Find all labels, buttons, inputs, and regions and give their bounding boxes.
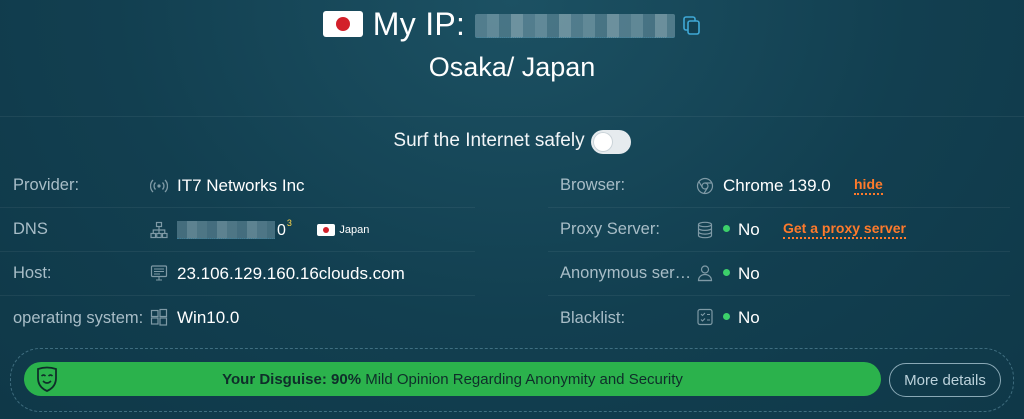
- checklist-icon: [697, 308, 713, 326]
- disguise-text: Your Disguise: 90% Mild Opinion Regardin…: [222, 371, 683, 388]
- windows-icon: [150, 308, 168, 326]
- ip-header: My IP: ██████████: [0, 4, 1024, 44]
- blacklist-status: No: [738, 308, 760, 327]
- mask-icon: [37, 366, 57, 392]
- dns-country: Japan: [339, 224, 370, 237]
- provider-row: Provider: IT7 Networks Inc: [0, 164, 475, 208]
- japan-flag-icon: [317, 224, 336, 237]
- anonymous-server-row: Anonymous server: No: [548, 252, 1010, 296]
- dns-row: DNS x03 Japan: [0, 208, 475, 252]
- dns-label: DNS: [13, 220, 48, 238]
- dns-ip-tail: 0: [277, 221, 286, 239]
- host-label: Host:: [13, 264, 52, 282]
- dns-value: x03 Japan: [177, 217, 370, 240]
- user-icon: [697, 265, 713, 282]
- anonymous-server-status: No: [738, 263, 760, 283]
- browser-value: Chrome 139.0: [723, 175, 831, 195]
- surf-safely-row: Surf the Internet safely: [0, 128, 1024, 154]
- disguise-banner: Your Disguise: 90% Mild Opinion Regardin…: [24, 362, 881, 396]
- host-value: 23.106.129.160.16clouds.com: [177, 263, 405, 283]
- hide-browser-link[interactable]: hide: [854, 176, 883, 195]
- ip-value: ██████████: [475, 14, 676, 38]
- proxy-label: Proxy Server:: [560, 220, 660, 238]
- network-icon: [150, 221, 168, 239]
- database-icon: [697, 221, 713, 239]
- provider-value: IT7 Networks Inc: [177, 175, 305, 195]
- header-divider: [0, 116, 1024, 117]
- browser-row: Browser: Chrome 139.0 hide: [548, 164, 1010, 208]
- japan-flag-icon: [322, 11, 363, 37]
- chrome-icon: [696, 177, 714, 195]
- status-dot: [723, 313, 730, 321]
- blacklist-value: No: [723, 308, 760, 328]
- disguise-description: Mild Opinion Regarding Anonymity and Sec…: [361, 370, 683, 388]
- surf-safely-toggle[interactable]: [590, 130, 631, 154]
- toggle-knob: [592, 132, 613, 152]
- provider-label: Provider:: [13, 176, 80, 194]
- location-city: Osaka/ Japan: [428, 52, 596, 82]
- proxy-row: Proxy Server: No Get a proxy server: [548, 208, 1010, 252]
- os-row: operating system: Win10.0: [0, 296, 475, 340]
- blacklist-label: Blacklist:: [560, 308, 626, 327]
- host-row: Host: 23.106.129.160.16clouds.com: [0, 252, 475, 296]
- signal-icon: [150, 179, 168, 193]
- anonymous-server-value: No: [723, 264, 760, 284]
- proxy-value: No: [723, 220, 760, 240]
- dns-count-badge: 3: [286, 217, 292, 228]
- more-details-button[interactable]: More details: [889, 363, 1001, 397]
- ip-label: My IP:: [372, 5, 466, 42]
- browser-label: Browser:: [560, 176, 626, 194]
- surf-safely-label: Surf the Internet safely: [393, 130, 585, 151]
- status-dot: [723, 268, 730, 276]
- os-value: Win10.0: [177, 308, 240, 327]
- blacklist-row: Blacklist: No: [548, 296, 1010, 340]
- get-proxy-link[interactable]: Get a proxy server: [783, 220, 906, 239]
- monitor-icon: [150, 265, 168, 281]
- status-dot: [723, 224, 730, 232]
- os-label: operating system:: [13, 308, 144, 327]
- proxy-status: No: [738, 219, 760, 239]
- dns-ip-redacted: x: [177, 221, 275, 240]
- copy-icon[interactable]: [683, 16, 701, 36]
- disguise-score: Your Disguise: 90%: [222, 370, 362, 388]
- anonymous-server-label: Anonymous server:: [560, 264, 692, 282]
